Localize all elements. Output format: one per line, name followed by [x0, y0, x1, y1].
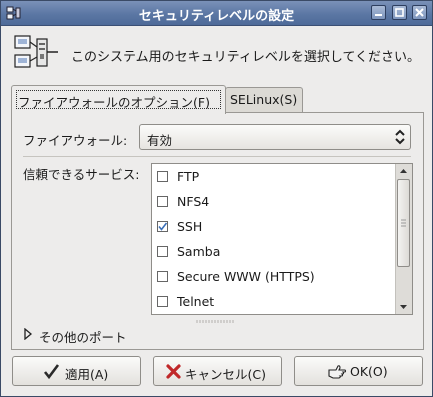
- checkmark-icon: [43, 364, 60, 380]
- window-title: セキュリティレベルの設定: [138, 9, 295, 24]
- cancel-button[interactable]: キャンセル(C): [153, 356, 282, 386]
- service-checkbox[interactable]: [157, 246, 168, 257]
- grip-icon: [401, 219, 406, 227]
- trusted-services-list[interactable]: FTP NFS4 SSH Samba Secure WWW (HTTPS) Te…: [151, 163, 413, 315]
- trusted-services-label: 信頼できるサービス:: [23, 167, 140, 182]
- service-name: Telnet: [177, 294, 215, 309]
- service-checkbox[interactable]: [157, 221, 168, 232]
- list-item[interactable]: SSH: [152, 214, 396, 239]
- check-mark-icon: [158, 222, 168, 231]
- scrollbar-thumb[interactable]: [397, 179, 410, 267]
- service-name: Samba: [177, 244, 221, 259]
- list-item[interactable]: NFS4: [152, 189, 396, 214]
- vertical-scrollbar[interactable]: [395, 164, 412, 314]
- expander-arrow-icon: [24, 328, 33, 340]
- maximize-button[interactable]: [392, 5, 407, 20]
- list-item[interactable]: Samba: [152, 239, 396, 264]
- service-checkbox[interactable]: [157, 271, 168, 282]
- close-icon: [415, 8, 424, 17]
- ok-button-label: OK(O): [350, 364, 388, 379]
- firewall-select-value: 有効: [147, 133, 173, 148]
- security-computers-icon: [14, 35, 58, 68]
- separator: [23, 156, 411, 157]
- tab-firewall-options[interactable]: ファイアウォールのオプション(F): [11, 85, 226, 114]
- cancel-button-label: キャンセル(C): [185, 367, 266, 382]
- resize-grip-icon[interactable]: [196, 319, 236, 324]
- chevron-updown-icon: [395, 129, 405, 145]
- service-checkbox[interactable]: [157, 296, 168, 307]
- scroll-down-icon[interactable]: [397, 300, 410, 313]
- header-instruction: このシステム用のセキュリティレベルを選択してください。: [71, 50, 421, 65]
- ok-hand-icon: [328, 365, 347, 379]
- firewall-select[interactable]: 有効: [139, 124, 411, 150]
- tab-firewall-options-label: ファイアウォールのオプション(F): [18, 95, 210, 110]
- ok-button[interactable]: OK(O): [294, 356, 423, 386]
- title-bar[interactable]: セキュリティレベルの設定: [1, 1, 432, 26]
- apply-button-label: 適用(A): [65, 367, 109, 382]
- apply-button[interactable]: 適用(A): [12, 356, 141, 386]
- close-button[interactable]: [412, 5, 427, 20]
- minimize-icon: [375, 14, 382, 16]
- list-item[interactable]: Secure WWW (HTTPS): [152, 264, 396, 289]
- service-name: Secure WWW (HTTPS): [177, 269, 315, 284]
- service-name: SSH: [177, 219, 203, 234]
- cancel-x-icon: [166, 364, 181, 379]
- dialog-window: セキュリティレベルの設定 このシステム用のセキュリティレベルを選択してください。…: [0, 0, 433, 397]
- list-item[interactable]: Telnet: [152, 289, 396, 314]
- tab-selinux-label: SELinux(S): [230, 92, 298, 107]
- scroll-up-icon[interactable]: [397, 165, 410, 178]
- maximize-icon: [395, 8, 404, 17]
- service-checkbox[interactable]: [157, 196, 168, 207]
- firewall-label: ファイアウォール:: [23, 133, 128, 148]
- other-ports-label: その他のポート: [39, 330, 127, 345]
- service-name: FTP: [177, 169, 200, 184]
- service-name: NFS4: [177, 194, 210, 209]
- minimize-button[interactable]: [371, 5, 386, 20]
- service-checkbox[interactable]: [157, 171, 168, 182]
- tab-selinux[interactable]: SELinux(S): [225, 87, 303, 112]
- list-item[interactable]: FTP: [152, 164, 396, 189]
